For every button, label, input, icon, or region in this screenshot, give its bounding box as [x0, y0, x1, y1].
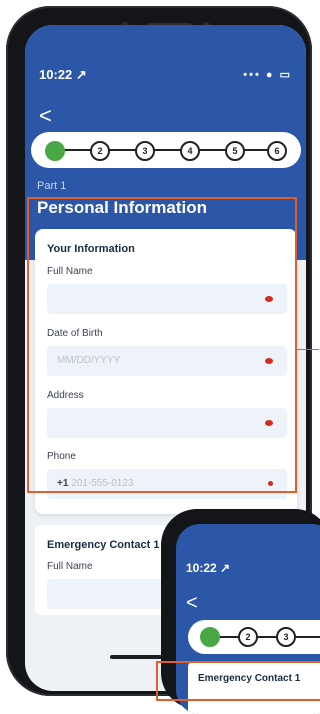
highlight-connector: [297, 349, 319, 350]
status-time: 10:22 ↗: [39, 67, 87, 82]
stepper-line: [208, 636, 320, 638]
step-2[interactable]: 2: [238, 627, 258, 647]
step-2[interactable]: 2: [90, 141, 110, 161]
step-3[interactable]: 3: [276, 627, 296, 647]
emergency-card-title: Emergency Contact 1: [47, 539, 160, 551]
status-bar: 10:22 ↗ ••• ● ▭: [39, 65, 292, 85]
status-icons: ••• ● ▭: [243, 69, 292, 81]
step-5[interactable]: 5: [225, 141, 245, 161]
progress-stepper: 1 2 3: [188, 620, 320, 654]
emergency-full-name-label: Full Name: [47, 561, 93, 572]
step-1[interactable]: 1: [200, 627, 220, 647]
back-button[interactable]: <: [186, 593, 198, 613]
highlight-box: [156, 661, 320, 701]
step-4[interactable]: 4: [180, 141, 200, 161]
step-3[interactable]: 3: [135, 141, 155, 161]
highlight-box: [27, 197, 297, 493]
emergency-full-name-field[interactable]: [47, 579, 167, 609]
part-label: Part 1: [37, 180, 67, 192]
progress-stepper: 1 2 3 4 5 6: [31, 132, 301, 168]
back-button[interactable]: <: [39, 105, 52, 127]
status-time: 10:22 ↗: [186, 561, 231, 575]
step-1[interactable]: 1: [45, 141, 65, 161]
step-6[interactable]: 6: [267, 141, 287, 161]
